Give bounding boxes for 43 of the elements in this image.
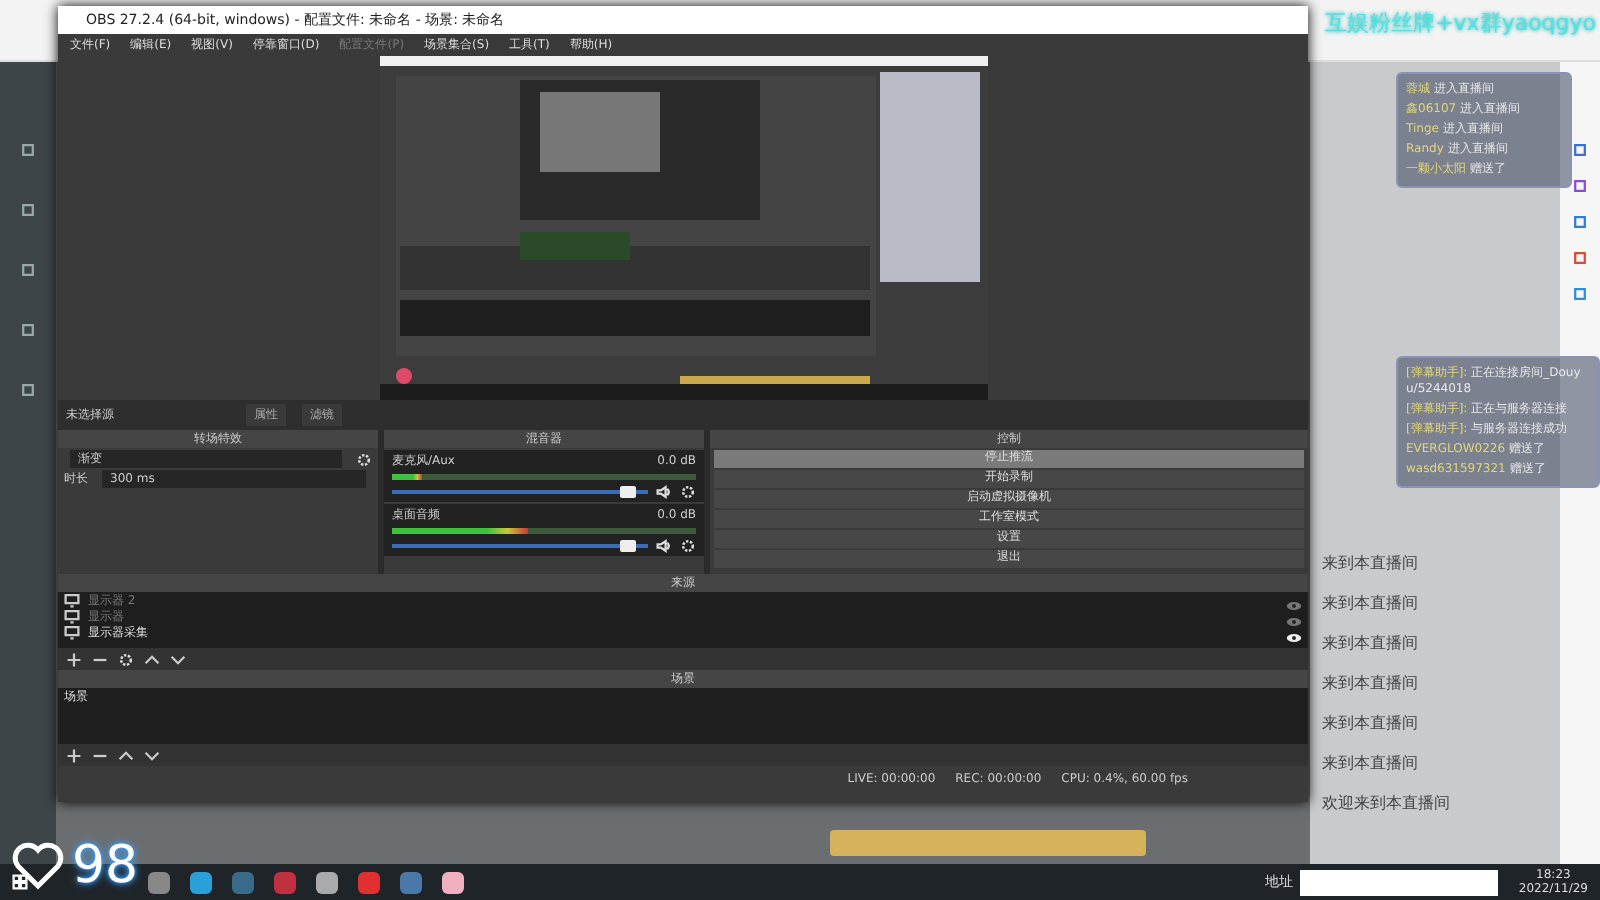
monitor-icon[interactable]: [64, 592, 80, 608]
nav-icon[interactable]: [20, 262, 36, 278]
app-icon[interactable]: [190, 871, 212, 893]
slider-thumb[interactable]: [619, 486, 636, 498]
start-icon[interactable]: [12, 874, 28, 890]
slider-thumb[interactable]: [619, 540, 636, 552]
heart-icon: [12, 842, 64, 890]
app-icon[interactable]: [316, 871, 338, 893]
nav-icon[interactable]: [20, 322, 36, 338]
nav-icon[interactable]: [20, 202, 36, 218]
up-icon[interactable]: [118, 747, 134, 763]
app-icon[interactable]: [1572, 178, 1588, 194]
up-icon[interactable]: [144, 651, 160, 667]
chat-message: 来到本直播间: [1322, 552, 1418, 574]
app-icon[interactable]: [1572, 142, 1588, 158]
app-icon[interactable]: [148, 871, 170, 893]
add-icon[interactable]: [66, 747, 82, 763]
speaker-icon[interactable]: [656, 538, 672, 554]
overlay-text: 互娱粉丝牌+vx群yaoqgyo: [1325, 8, 1596, 38]
add-icon[interactable]: [66, 651, 82, 667]
chat-message: 欢迎来到本直播间: [1322, 792, 1450, 814]
down-icon[interactable]: [144, 747, 160, 763]
heart-count: 98: [72, 836, 139, 896]
chat-message: 来到本直播间: [1322, 752, 1418, 774]
settings-icon[interactable]: [680, 538, 696, 554]
chat-message: 来到本直播间: [1322, 712, 1418, 734]
monitor-icon[interactable]: [64, 624, 80, 640]
nav-icon[interactable]: [20, 142, 36, 158]
app-icon[interactable]: [1572, 250, 1588, 266]
eye-icon[interactable]: [1286, 631, 1302, 643]
speaker-icon[interactable]: [656, 484, 672, 500]
down-icon[interactable]: [170, 651, 186, 667]
monitor-icon[interactable]: [64, 608, 80, 624]
settings-icon[interactable]: [680, 484, 696, 500]
address-field[interactable]: [1300, 869, 1499, 895]
chat-message: 来到本直播间: [1322, 672, 1418, 694]
app-icon[interactable]: [1572, 214, 1588, 230]
settings-icon[interactable]: [118, 651, 134, 667]
chat-message: 来到本直播间: [1322, 632, 1418, 654]
app-icon[interactable]: [442, 871, 464, 893]
nav-icon[interactable]: [20, 382, 36, 398]
settings-icon[interactable]: [356, 451, 372, 467]
chat-message: 来到本直播间: [1322, 592, 1418, 614]
